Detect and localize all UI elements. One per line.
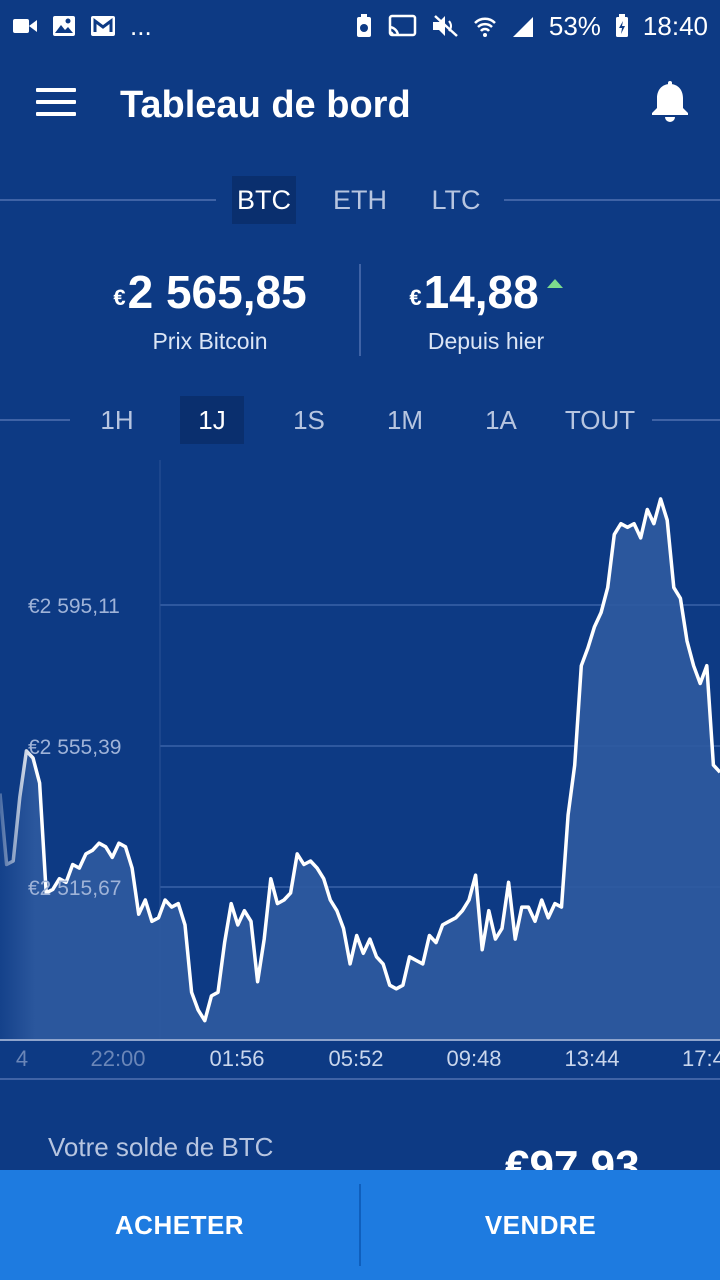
tab-btc[interactable]: BTC [232, 176, 296, 224]
y-tick-label: €2 555,39 [28, 736, 121, 759]
battery-icon [615, 14, 629, 38]
battery-percent: 53% [548, 10, 601, 41]
tab-1a[interactable]: 1A [470, 396, 532, 444]
menu-icon[interactable] [36, 88, 76, 120]
x-tick-label: 05:52 [328, 1046, 383, 1071]
clock: 18:40 [642, 10, 708, 41]
action-bar: ACHETER VENDRE [0, 1170, 720, 1280]
y-tick-label: €2 595,11 [28, 595, 120, 618]
y-tick-label: €2 515,67 [28, 877, 121, 900]
signal-icon [511, 15, 535, 37]
app-bar: Tableau de bord [0, 52, 720, 160]
change-value: €14,88 [306, 262, 666, 322]
change-label: Depuis hier [427, 328, 545, 354]
x-tick-label: 4 [16, 1046, 28, 1071]
gallery-icon [52, 15, 76, 37]
tab-1h[interactable]: 1H [86, 396, 148, 444]
gmail-icon [90, 15, 116, 37]
wifi-icon [473, 15, 497, 37]
tab-ltc[interactable]: LTC [424, 176, 488, 224]
currency-tabs: BTC ETH LTC [0, 176, 720, 232]
battery-saver-icon [355, 14, 373, 38]
balance-label: Votre solde de BTC [48, 1132, 274, 1162]
x-tick-label: 22:00 [90, 1046, 145, 1071]
more-notifications-indicator: ... [130, 10, 152, 41]
range-tabs: 1H 1J 1S 1M 1A TOUT [0, 396, 720, 452]
divider [504, 199, 720, 201]
cast-icon [387, 14, 417, 38]
mute-icon [431, 14, 459, 38]
tab-tout[interactable]: TOUT [558, 396, 642, 444]
tab-1s[interactable]: 1S [278, 396, 340, 444]
divider [0, 419, 70, 421]
sell-button[interactable]: VENDRE [361, 1170, 720, 1280]
x-tick-label: 01:56 [209, 1046, 264, 1071]
trend-up-icon [546, 279, 563, 289]
tab-1m[interactable]: 1M [374, 396, 436, 444]
change-stat: €14,88 Depuis hier [306, 262, 666, 355]
x-tick-label: 17:4 [682, 1046, 720, 1071]
divider [652, 419, 720, 421]
price-summary: €2 565,85 Prix Bitcoin €14,88 Depuis hie… [0, 262, 720, 362]
buy-button[interactable]: ACHETER [0, 1170, 359, 1280]
x-tick-label: 09:48 [446, 1046, 501, 1071]
video-camera-icon [12, 16, 38, 36]
divider [0, 199, 216, 201]
price-chart[interactable]: €2 595,11 €2 555,39 €2 515,67 4 22:00 01:56 0… [0, 460, 720, 1080]
status-bar: ... 53% 18:40 [0, 0, 720, 52]
bell-icon[interactable] [648, 80, 696, 128]
page-title: Tableau de bord [120, 84, 411, 126]
tab-1j[interactable]: 1J [180, 396, 244, 444]
tab-eth[interactable]: ETH [326, 176, 394, 224]
x-tick-label: 13:44 [564, 1046, 619, 1071]
